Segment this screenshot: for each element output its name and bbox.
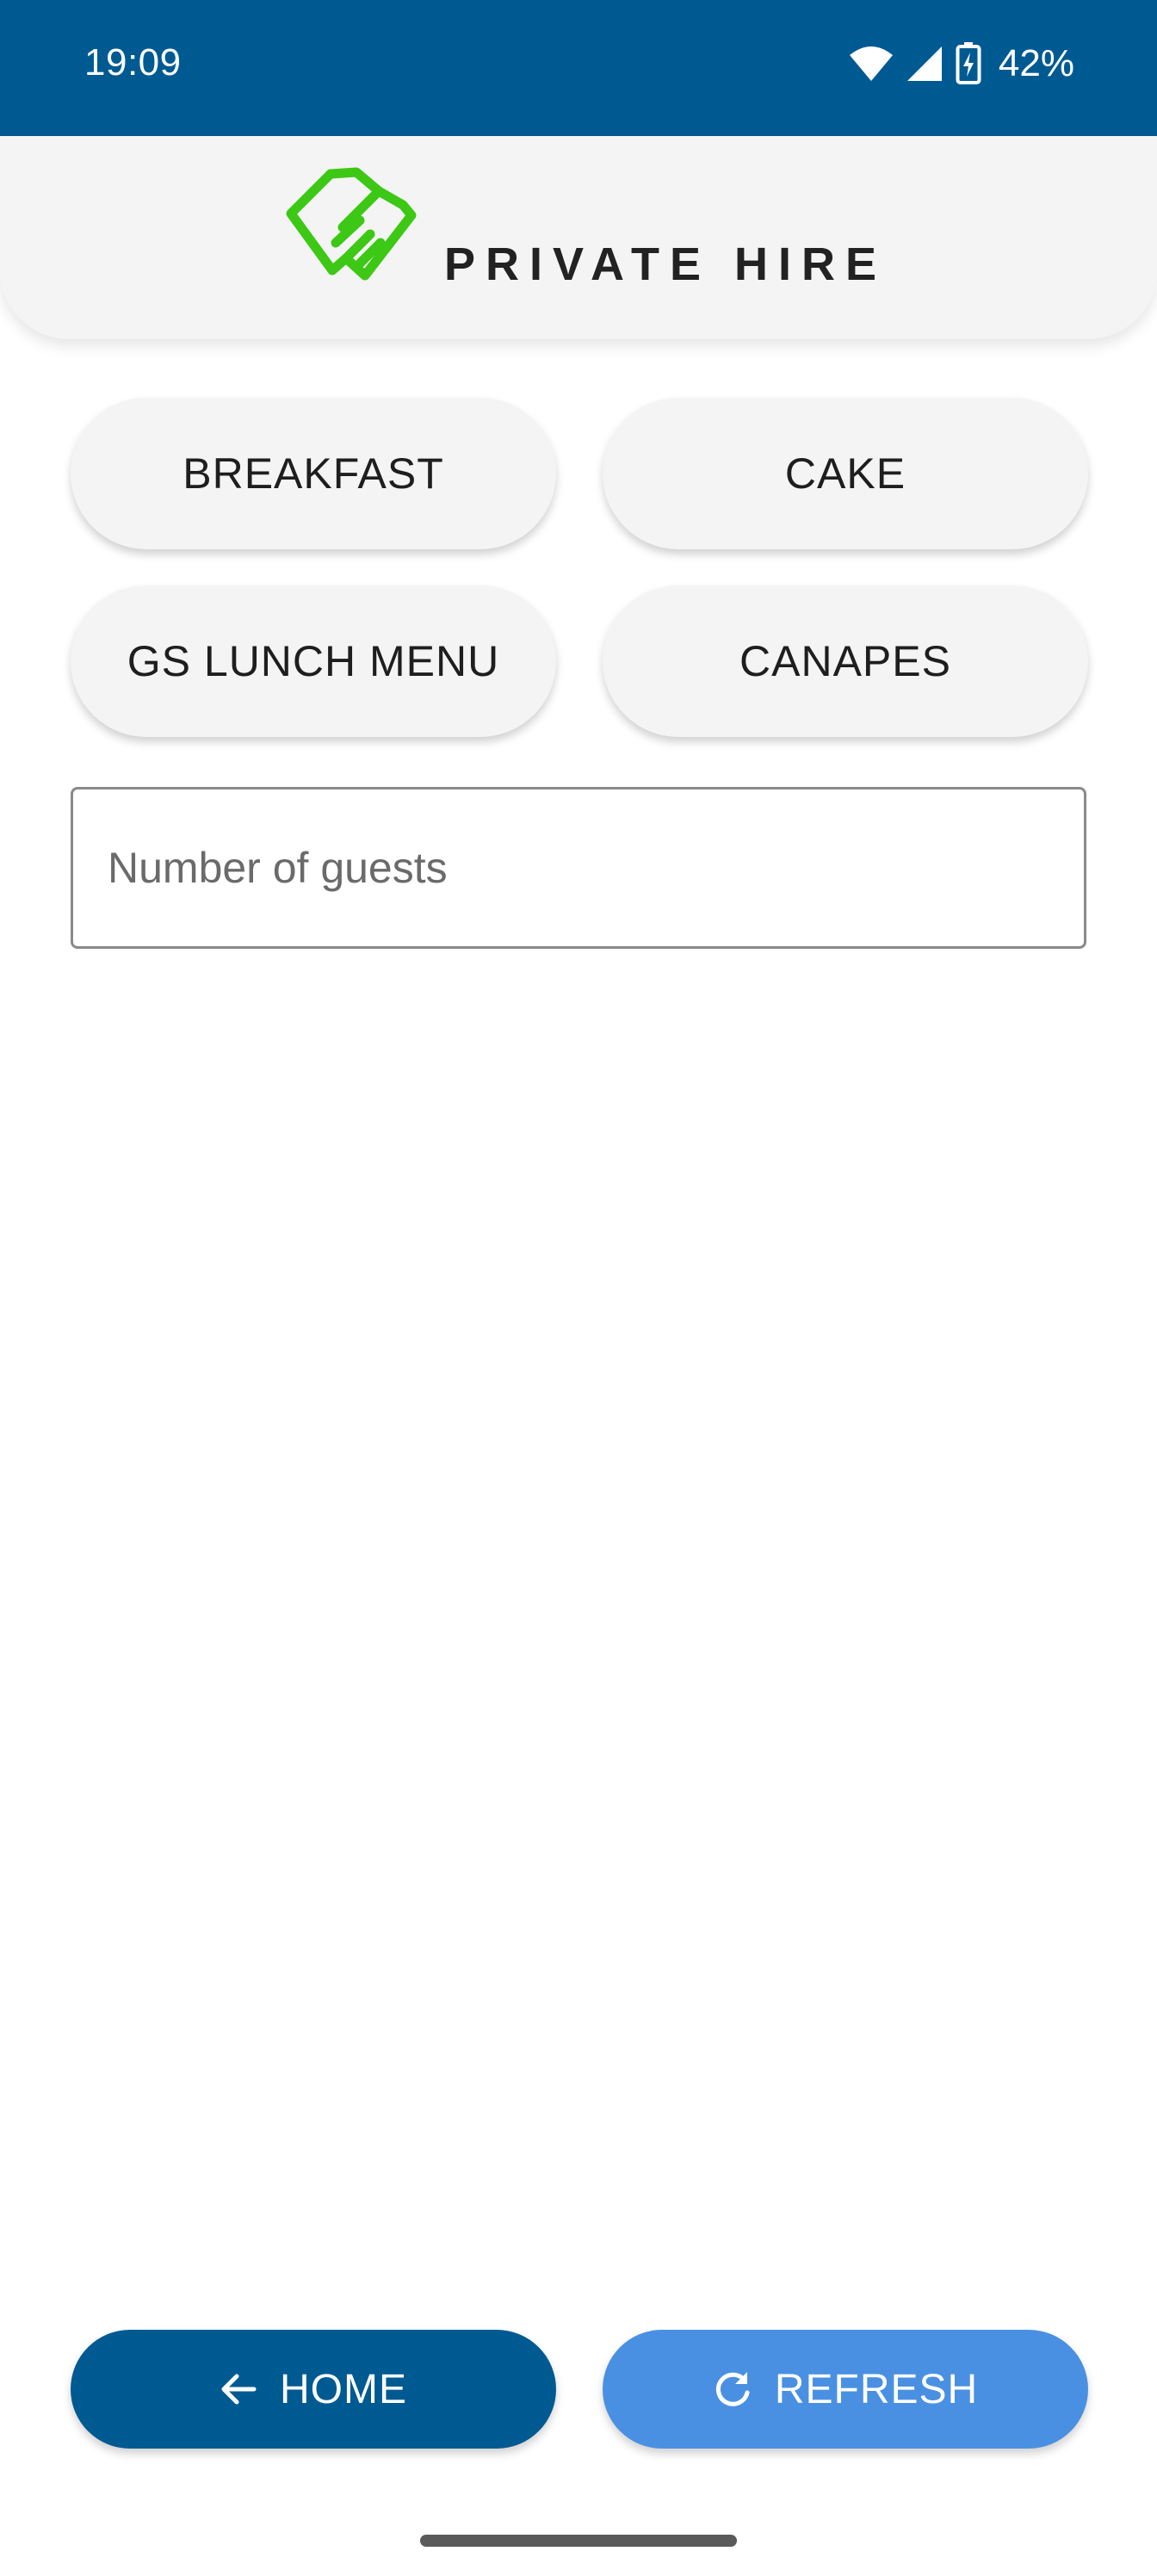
handshake-logo-icon <box>282 162 420 291</box>
arrow-left-icon <box>220 2370 257 2408</box>
refresh-icon <box>713 2369 752 2409</box>
refresh-button[interactable]: REFRESH <box>603 2330 1088 2449</box>
status-bar: 19:09 42% <box>0 0 1157 136</box>
breakfast-button[interactable]: BREAKFAST <box>71 398 556 549</box>
cake-button[interactable]: CAKE <box>603 398 1088 549</box>
app-header: PRIVATE HIRE <box>0 136 1157 339</box>
battery-charging-icon <box>956 42 981 85</box>
gs-lunch-menu-button[interactable]: GS LUNCH MENU <box>71 585 556 737</box>
number-of-guests-input[interactable] <box>71 787 1086 949</box>
page-title: PRIVATE HIRE <box>444 238 888 290</box>
wifi-icon <box>849 45 894 83</box>
status-icons: 42% <box>849 38 1074 90</box>
battery-percentage: 42% <box>998 42 1074 84</box>
canapes-button[interactable]: CANAPES <box>603 585 1088 737</box>
cellular-signal-icon <box>906 45 944 83</box>
status-time: 19:09 <box>84 41 182 84</box>
home-button[interactable]: HOME <box>71 2330 556 2449</box>
home-button-label: HOME <box>280 2366 407 2412</box>
refresh-button-label: REFRESH <box>774 2366 979 2412</box>
gesture-navigation-handle[interactable] <box>420 2535 737 2547</box>
